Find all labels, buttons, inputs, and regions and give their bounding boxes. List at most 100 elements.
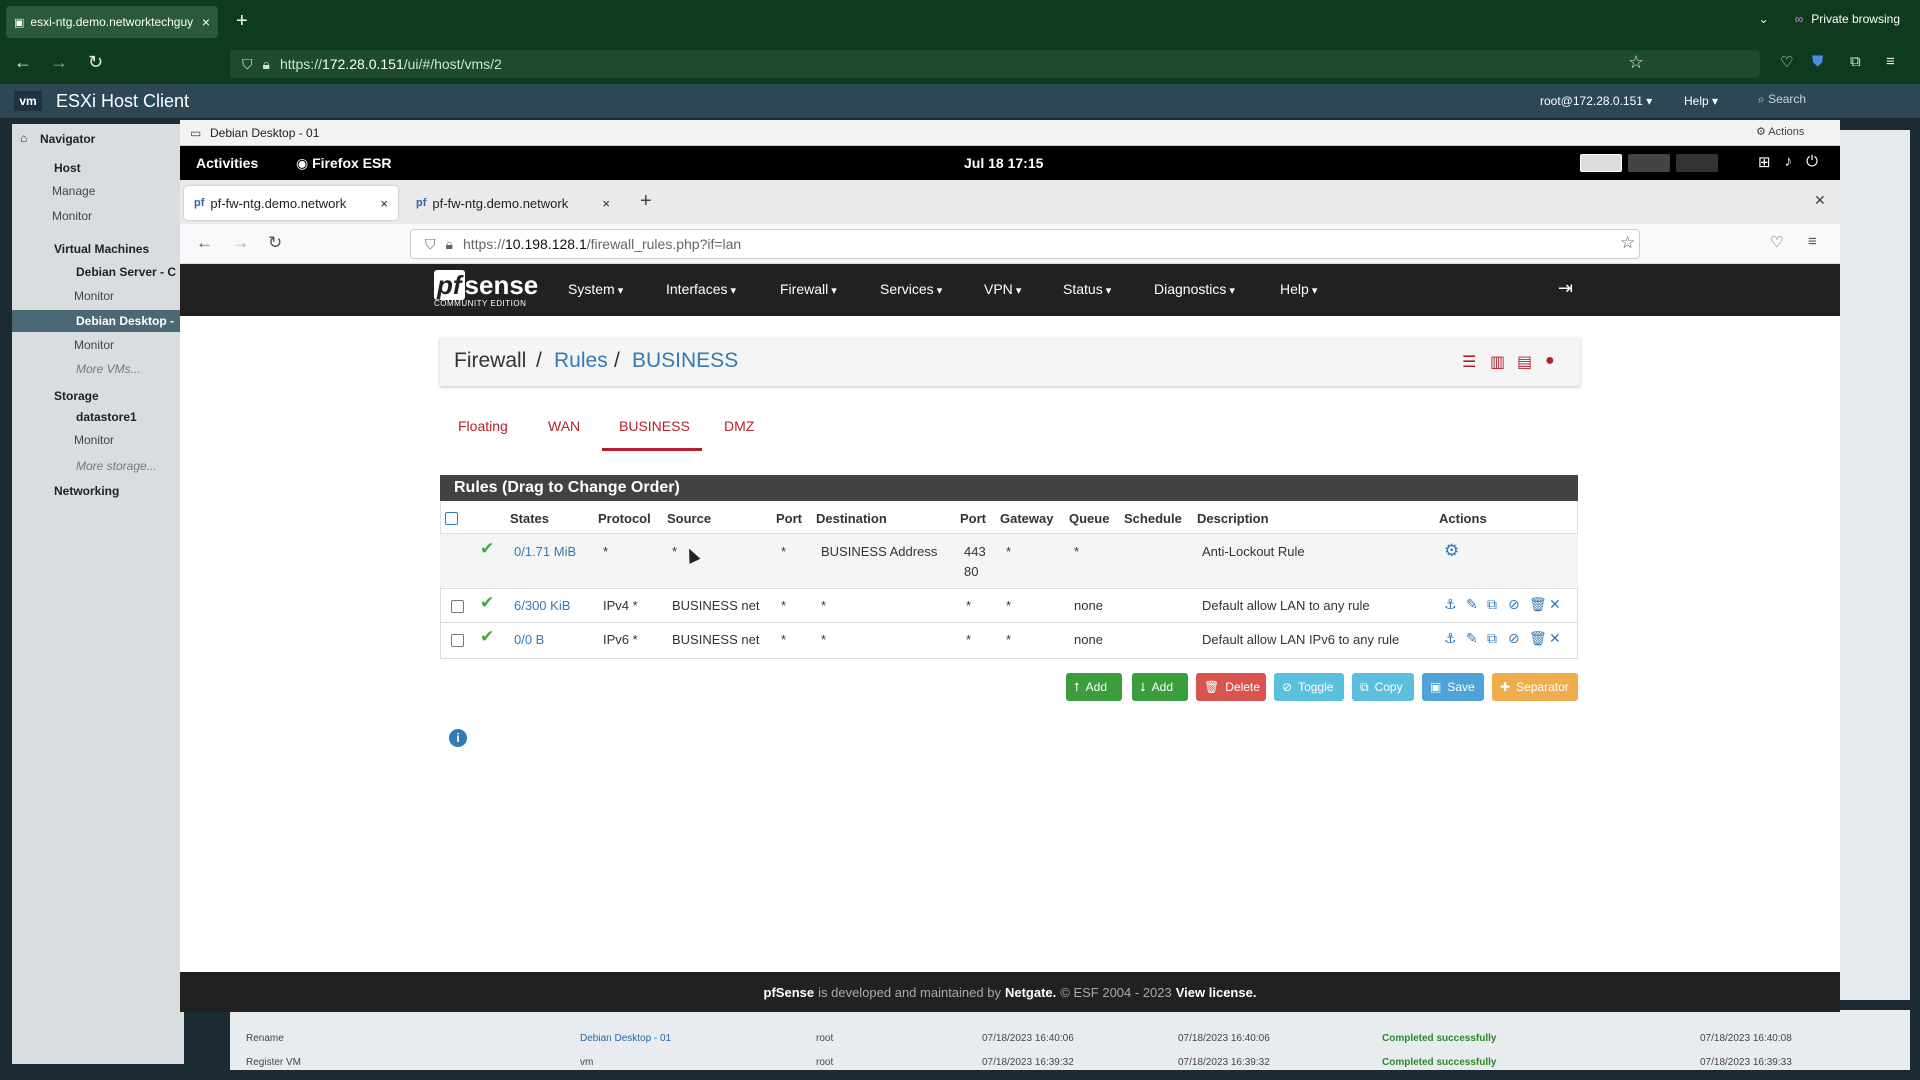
back-icon[interactable]: ← [196, 233, 213, 253]
gnome-system-tray[interactable]: ⊞ ♪ ⏻ [1758, 153, 1818, 171]
disable-icon[interactable]: ⊘ [1508, 596, 1520, 613]
edit-icon[interactable]: ✎ [1466, 630, 1478, 647]
delete-x-icon[interactable]: ✕ [1549, 630, 1561, 647]
star-icon[interactable]: ☆ [1628, 52, 1644, 73]
save-button[interactable]: ▣ Save [1422, 673, 1484, 701]
add-bottom-button[interactable]: ⭣ Add [1132, 673, 1188, 701]
bar-chart-icon[interactable]: ▥ [1490, 352, 1505, 372]
rule-select-checkbox[interactable] [451, 634, 464, 647]
gnome-app-menu[interactable]: ◉ Firefox ESR [296, 155, 391, 172]
table-row[interactable] [440, 534, 1578, 587]
logout-icon[interactable]: ⇥ [1558, 278, 1573, 299]
trash-icon[interactable]: 🗑︎ [1529, 596, 1547, 613]
tab-dmz[interactable]: DMZ [724, 418, 754, 434]
anchor-icon[interactable]: ⚓︎ [1444, 596, 1457, 613]
tab-wan[interactable]: WAN [548, 418, 580, 434]
delete-button[interactable]: 🗑︎ Delete [1196, 673, 1266, 701]
add-top-button[interactable]: ⭡ Add [1066, 673, 1122, 701]
menu-status[interactable]: Status [1063, 281, 1111, 297]
gnome-clock[interactable]: Jul 18 17:15 [964, 155, 1043, 171]
menu-vpn[interactable]: VPN [984, 281, 1021, 297]
nav-more-storage[interactable]: More storage... [76, 459, 157, 473]
delete-x-icon[interactable]: ✕ [1549, 596, 1561, 613]
copy-icon[interactable]: ⧉ [1487, 630, 1497, 647]
disable-icon[interactable]: ⊘ [1508, 630, 1520, 647]
inner-url-bar[interactable]: ⛉ 🔒︎ https://10.198.128.1/firewall_rules… [410, 229, 1640, 259]
sliders-icon[interactable]: ☰ [1462, 352, 1476, 372]
copy-button[interactable]: ⧉ Copy [1352, 673, 1414, 701]
user-menu[interactable]: root@172.28.0.151 ▾ [1540, 94, 1652, 108]
tab-floating[interactable]: Floating [458, 418, 508, 434]
info-icon[interactable]: i [449, 729, 467, 747]
separator-button[interactable]: ✚ Separator [1492, 673, 1578, 701]
menu-firewall[interactable]: Firewall [780, 281, 837, 297]
pocket-icon[interactable]: ♡ [1780, 53, 1793, 71]
nav-datastore1[interactable]: datastore1 [76, 410, 137, 424]
list-icon[interactable]: ▤ [1517, 352, 1532, 372]
forward-icon[interactable]: → [232, 233, 249, 253]
toggle-button[interactable]: ⊘ Toggle [1274, 673, 1344, 701]
rule-states[interactable]: 0/0 B [514, 632, 544, 647]
extensions-icon[interactable]: ⧉ [1850, 53, 1861, 70]
help-circle-icon[interactable]: ● [1545, 352, 1555, 370]
copy-icon[interactable]: ⧉ [1487, 596, 1497, 613]
menu-services[interactable]: Services [880, 281, 942, 297]
outer-tab-esxi[interactable]: ▣ esxi-ntg.demo.networktechguy × [6, 6, 218, 38]
nav-virtual-machines[interactable]: Virtual Machines [54, 242, 149, 256]
nav-debian-server[interactable]: Debian Server - C [76, 265, 176, 279]
menu-help[interactable]: Help [1280, 281, 1317, 297]
nav-desktop-monitor[interactable]: Monitor [74, 338, 114, 352]
inner-tab-2[interactable]: pf pf-fw-ntg.demo.network × [406, 186, 620, 220]
rule-states[interactable]: 0/1.71 MiB [514, 544, 576, 559]
gear-icon[interactable]: ⚙ [1444, 541, 1459, 561]
task-target[interactable]: Debian Desktop - 01 [580, 1033, 671, 1044]
nav-debian-desktop[interactable]: Debian Desktop - [76, 314, 174, 328]
pfsense-logo[interactable]: pf sense COMMUNITY EDITION [434, 270, 538, 308]
menu-interfaces[interactable]: Interfaces [666, 281, 736, 297]
breadcrumb-rules[interactable]: Rules [554, 349, 608, 373]
back-icon[interactable]: ← [14, 52, 32, 73]
nav-server-monitor[interactable]: Monitor [74, 289, 114, 303]
nav-host[interactable]: Host [54, 161, 81, 175]
chevron-down-icon[interactable]: ⌄ [1759, 12, 1769, 26]
nav-datastore-monitor[interactable]: Monitor [74, 433, 114, 447]
workspace-1[interactable] [1580, 154, 1622, 172]
close-icon[interactable]: × [380, 196, 388, 211]
edit-icon[interactable]: ✎ [1466, 596, 1478, 613]
menu-diagnostics[interactable]: Diagnostics [1154, 281, 1235, 297]
trash-icon[interactable]: 🗑︎ [1529, 630, 1547, 647]
pocket-icon[interactable]: ♡ [1770, 233, 1783, 251]
help-menu[interactable]: Help ▾ [1684, 94, 1718, 108]
footer-company-link[interactable]: Netgate. [1005, 985, 1056, 1000]
nav-host-manage[interactable]: Manage [52, 184, 95, 198]
nav-host-monitor[interactable]: Monitor [52, 209, 92, 223]
reload-icon[interactable]: ↻ [268, 233, 282, 253]
rule-select-checkbox[interactable] [451, 600, 464, 613]
gnome-activities[interactable]: Activities [196, 155, 258, 171]
tab-business[interactable]: BUSINESS [619, 418, 690, 434]
footer-license-link[interactable]: View license. [1176, 985, 1257, 1000]
rule-states[interactable]: 6/300 KiB [514, 598, 570, 613]
nav-networking[interactable]: Networking [54, 484, 119, 498]
forward-icon[interactable]: → [50, 52, 68, 73]
menu-system[interactable]: System [568, 281, 623, 297]
close-window-icon[interactable]: ✕ [1814, 192, 1826, 209]
menu-icon[interactable]: ≡ [1886, 53, 1895, 70]
menu-icon[interactable]: ≡ [1808, 233, 1817, 250]
nav-more-vms[interactable]: More VMs... [76, 362, 141, 376]
esxi-search[interactable]: ⌕ Search [1758, 92, 1806, 107]
bitwarden-icon[interactable]: ⛊ [1812, 53, 1823, 70]
select-all-checkbox[interactable] [445, 512, 458, 525]
close-icon[interactable]: × [202, 14, 210, 30]
new-tab-button[interactable]: + [236, 10, 248, 33]
breadcrumb-business[interactable]: BUSINESS [632, 349, 738, 373]
star-icon[interactable]: ☆ [1620, 233, 1635, 253]
outer-url-bar[interactable]: ⛉ 🔒︎ https://172.28.0.151/ui/#/host/vms/… [230, 50, 1760, 78]
workspace-2[interactable] [1628, 154, 1670, 172]
reload-icon[interactable]: ↻ [88, 52, 103, 73]
anchor-icon[interactable]: ⚓︎ [1444, 630, 1457, 647]
nav-storage[interactable]: Storage [54, 389, 99, 403]
workspace-3[interactable] [1676, 154, 1718, 172]
console-actions-menu[interactable]: ⚙ Actions [1756, 125, 1804, 138]
inner-new-tab-button[interactable]: + [640, 190, 652, 213]
